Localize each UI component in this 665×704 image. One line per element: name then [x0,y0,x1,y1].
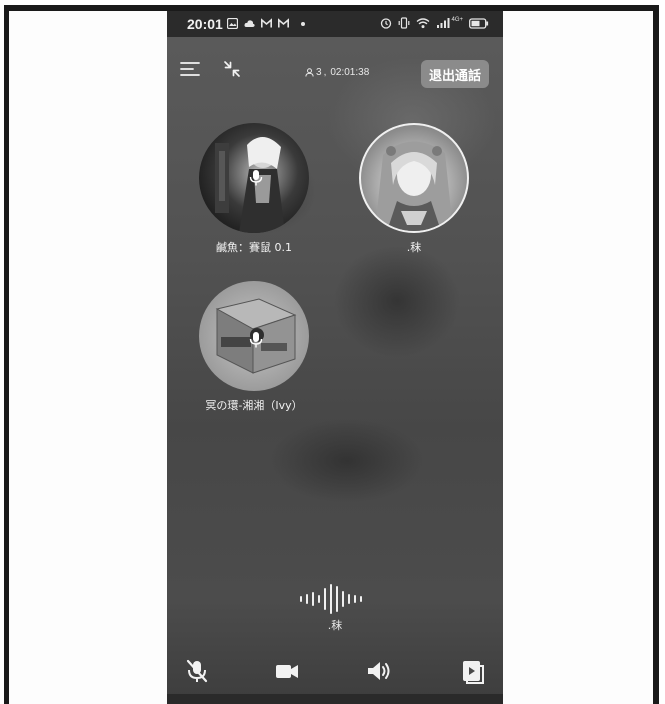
call-top-bar: 3, 02:01:38 退出通話 [167,47,503,88]
camera-button[interactable] [273,657,301,685]
vibrate-icon [399,17,410,29]
alarm-icon [381,18,392,29]
battery-icon [469,17,489,29]
participant-avatar [199,281,309,391]
participant-avatar [199,123,309,233]
more-notifications-dot [301,21,305,26]
menu-icon[interactable] [180,61,200,77]
phone-screen: 20:01 4G+ 3, 02:01:38 退出通話 鹹魚：賽鼠 0.1 .秣 … [167,11,503,704]
mic-muted-icon [186,659,208,683]
mic-icon [249,170,263,186]
status-bar: 20:01 4G+ [167,11,503,37]
network-type: 4G+ [451,17,463,23]
participant-count: 3 [316,67,322,78]
mute-button[interactable] [183,657,211,685]
info-separator: , [323,67,327,78]
gmail-icon [261,18,272,28]
active-speaker-name: .秣 [327,619,343,632]
participant-tile[interactable]: .秣 [354,123,474,255]
speaker-icon [368,662,390,680]
cloud-icon [244,20,255,27]
navigation-bar [167,694,503,704]
call-info: 3, 02:01:38 [305,67,369,78]
participant-tile[interactable]: 鹹魚：賽鼠 0.1 [194,123,314,255]
participant-avatar [359,123,469,233]
participant-tile[interactable]: 冥の環-湘湘（Ivy） [194,281,314,413]
minimize-call-icon[interactable] [222,59,242,79]
call-controls [167,651,503,691]
exit-call-button[interactable]: 退出通話 [421,60,489,88]
wifi-icon [417,18,430,29]
voice-activity-icon [300,584,362,614]
signal-icon [437,18,450,28]
gmail-icon-2 [278,18,289,28]
participant-name: 鹹魚：賽鼠 0.1 [216,241,292,254]
call-duration: 02:01:38 [330,67,370,78]
image-icon [227,18,238,29]
system-icons: 4G+ [380,17,489,29]
status-time: 20:01 [187,16,223,32]
camera-icon [276,665,298,678]
screen-share-icon [463,661,484,684]
person-icon [305,68,314,77]
speaker-button[interactable] [365,657,393,685]
notification-icons [227,18,305,29]
avatar-cosplay-portrait [375,141,453,231]
mic-icon [249,332,263,348]
participant-name: .秣 [406,241,422,254]
participant-name: 冥の環-湘湘（Ivy） [205,399,303,412]
screen-share-button[interactable] [459,657,487,685]
